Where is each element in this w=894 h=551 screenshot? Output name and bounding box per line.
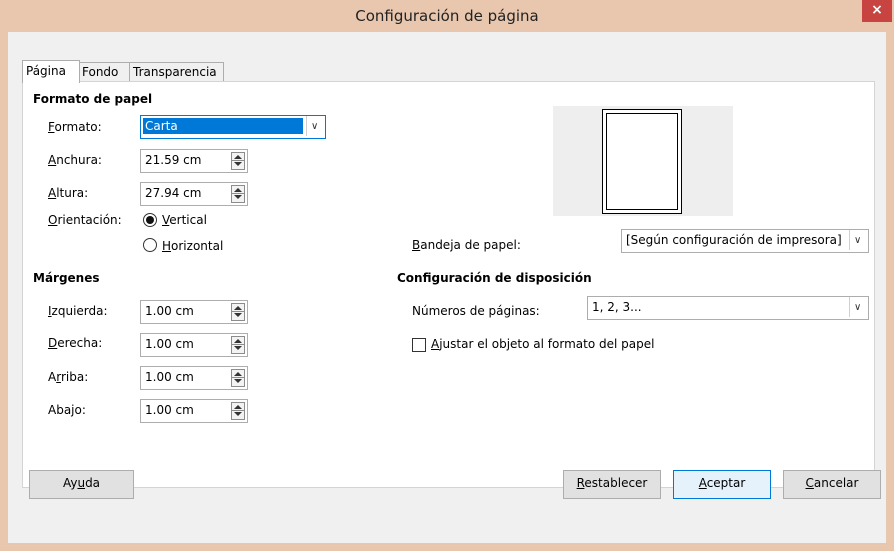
margin-bottom-label: Abajo: (48, 403, 86, 417)
paper-tray-value: [Según configuración de impresora] (626, 233, 842, 247)
width-spinner[interactable]: 21.59 cm (140, 149, 248, 173)
vertical-radio[interactable] (143, 213, 157, 227)
close-button[interactable]: × (862, 0, 892, 22)
tab-fondo[interactable]: Fondo (78, 62, 131, 82)
margin-top-label: Arriba: (48, 370, 89, 384)
margin-bottom-spinner[interactable]: 1.00 cm (140, 399, 248, 423)
horizontal-radio-label[interactable]: Horizontal (162, 239, 223, 253)
height-value: 27.94 cm (145, 186, 202, 200)
spin-arrows-icon[interactable] (231, 185, 245, 203)
page-preview-sheet (602, 109, 682, 214)
title-bar[interactable]: Configuración de página × (0, 0, 894, 32)
page-numbers-select[interactable]: 1, 2, 3... ∨ (587, 296, 869, 320)
chevron-down-icon: ∨ (311, 121, 319, 132)
chevron-down-icon: ∨ (854, 235, 862, 246)
margin-left-spinner[interactable]: 1.00 cm (140, 300, 248, 324)
page-preview-margin (606, 113, 678, 210)
format-dropdown-button[interactable]: ∨ (306, 116, 325, 136)
margin-right-label: Derecha: (48, 336, 103, 350)
spin-arrows-icon[interactable] (231, 402, 245, 420)
horizontal-radio[interactable] (143, 238, 157, 252)
margin-top-spinner[interactable]: 1.00 cm (140, 366, 248, 390)
dialog-client: Página Fondo Transparencia Formato de pa… (8, 32, 886, 543)
chevron-down-icon: ∨ (854, 302, 862, 313)
margin-left-label: Izquierda: (48, 304, 108, 318)
dialog-title: Configuración de página (355, 7, 539, 25)
margin-right-spinner[interactable]: 1.00 cm (140, 333, 248, 357)
margin-left-value: 1.00 cm (145, 304, 194, 318)
format-label: Formato: (48, 120, 102, 134)
reset-button[interactable]: Restablecer (563, 470, 661, 499)
margin-bottom-value: 1.00 cm (145, 403, 194, 417)
format-value: Carta (145, 119, 178, 133)
ok-button[interactable]: Aceptar (673, 470, 771, 499)
paper-tray-select[interactable]: [Según configuración de impresora] ∨ (621, 229, 869, 253)
margin-top-value: 1.00 cm (145, 370, 194, 384)
margins-heading: Márgenes (33, 271, 100, 285)
vertical-radio-label[interactable]: Vertical (162, 213, 207, 227)
spin-arrows-icon[interactable] (231, 369, 245, 387)
page-preview (553, 106, 733, 216)
height-label: Altura: (48, 186, 89, 200)
tab-pagina[interactable]: Página (22, 60, 80, 83)
paper-tray-dropdown-button[interactable]: ∨ (849, 230, 868, 250)
page-numbers-dropdown-button[interactable]: ∨ (849, 297, 868, 317)
orientation-label: Orientación: (48, 213, 122, 227)
help-button[interactable]: Ayuda (29, 470, 134, 499)
width-label: Anchura: (48, 153, 102, 167)
tab-panel-pagina: Formato de papel Formato: Carta ∨ Anchur… (22, 81, 875, 488)
height-spinner[interactable]: 27.94 cm (140, 182, 248, 206)
layout-settings-heading: Configuración de disposición (397, 271, 592, 285)
spin-arrows-icon[interactable] (231, 336, 245, 354)
page-numbers-label: Números de páginas: (412, 304, 540, 318)
margin-right-value: 1.00 cm (145, 337, 194, 351)
paper-format-heading: Formato de papel (33, 92, 153, 106)
tab-transparencia[interactable]: Transparencia (129, 62, 224, 82)
format-select[interactable]: Carta ∨ (140, 115, 326, 139)
paper-tray-label: Bandeja de papel: (412, 238, 521, 252)
width-value: 21.59 cm (145, 153, 202, 167)
close-icon: × (871, 2, 883, 18)
fit-object-label[interactable]: Ajustar el objeto al formato del papel (431, 337, 654, 351)
page-numbers-value: 1, 2, 3... (592, 300, 642, 314)
page-setup-dialog: Configuración de página × Página Fondo T… (0, 0, 894, 551)
spin-arrows-icon[interactable] (231, 152, 245, 170)
cancel-button[interactable]: Cancelar (783, 470, 881, 499)
spin-arrows-icon[interactable] (231, 303, 245, 321)
fit-object-checkbox[interactable] (412, 338, 426, 352)
